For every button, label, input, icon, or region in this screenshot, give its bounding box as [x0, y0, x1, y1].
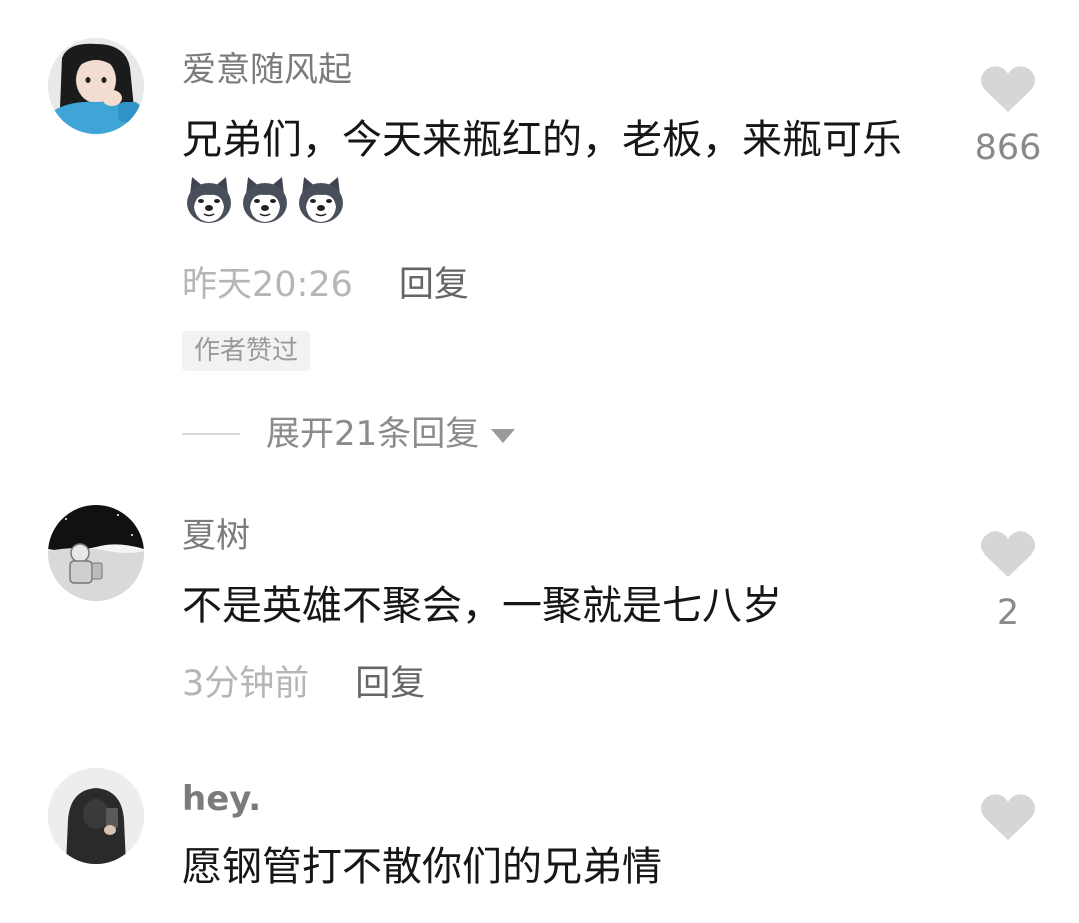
comment-meta: 3分钟前 回复 [182, 662, 425, 706]
emoji-group [182, 177, 350, 225]
comment-text: 兄弟们，今天来瓶红的，老板，来瓶可乐 [182, 109, 922, 233]
timestamp: 昨天20:26 [182, 265, 353, 305]
husky-dog-emoji [299, 177, 343, 223]
username[interactable]: 夏树 [182, 514, 250, 558]
like-button[interactable] [960, 792, 1056, 842]
heart-icon [980, 531, 1036, 577]
comment-meta: 昨天20:26 回复 [182, 263, 469, 307]
avatar-girl-image [48, 38, 144, 134]
like-count: 2 [996, 593, 1020, 633]
reply-button[interactable]: 回复 [399, 265, 469, 305]
username[interactable]: 爱意随风起 [182, 48, 352, 92]
avatar[interactable] [48, 505, 144, 601]
username[interactable]: hey. [182, 777, 261, 821]
like-button[interactable]: 2 [960, 529, 1056, 635]
divider-line [182, 433, 240, 435]
author-liked-badge: 作者赞过 [182, 331, 311, 371]
reply-button[interactable]: 回复 [355, 664, 425, 704]
husky-dog-emoji [243, 177, 287, 223]
like-button[interactable]: 866 [960, 64, 1056, 170]
caret-down-icon [491, 429, 516, 443]
heart-icon [980, 794, 1036, 840]
avatar-astronaut-image [48, 505, 144, 601]
heart-icon [980, 66, 1036, 112]
comment-text: 不是英雄不聚会，一聚就是七八岁 [182, 583, 782, 629]
like-count: 866 [974, 128, 1042, 168]
avatar[interactable] [48, 38, 144, 134]
timestamp: 3分钟前 [182, 664, 310, 704]
expand-replies-label: 展开21条回复 [266, 414, 480, 454]
husky-dog-emoji [187, 177, 231, 223]
expand-replies-button[interactable]: 展开21条回复 [182, 412, 516, 456]
comment-text: 愿钢管打不散你们的兄弟情 [182, 844, 662, 890]
comment-text-content: 兄弟们，今天来瓶红的，老板，来瓶可乐 [182, 117, 902, 163]
avatar[interactable] [48, 768, 144, 864]
avatar-hooded-figure-image [48, 768, 144, 864]
